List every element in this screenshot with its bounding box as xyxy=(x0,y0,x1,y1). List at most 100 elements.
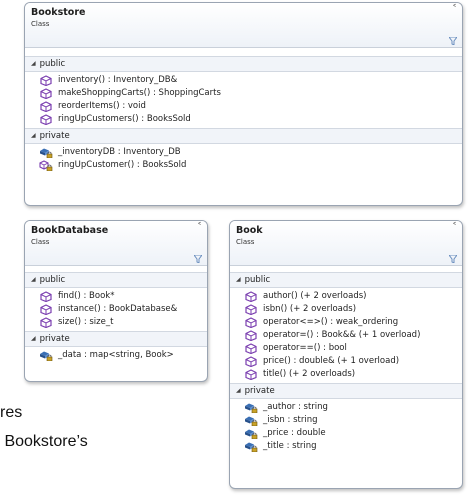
triangle-down-icon[interactable]: ◢ xyxy=(236,276,241,283)
member-text: operator=() : Book&& (+ 1 overload) xyxy=(263,330,421,340)
section-public[interactable]: ◢ public xyxy=(230,272,462,288)
member-text: operator<=>() : weak_ordering xyxy=(263,317,399,327)
class-header: Book Class ˂ xyxy=(230,221,462,266)
section-label: private xyxy=(39,334,70,344)
background-text-fragment-2: Bookstore’s xyxy=(0,433,88,451)
private-field-lock-icon xyxy=(40,351,53,361)
method-cube-icon xyxy=(40,291,52,302)
member-row[interactable]: isbn() (+ 2 overloads) xyxy=(230,303,462,316)
class-header: BookDatabase Class ˂ xyxy=(25,221,207,266)
section-public[interactable]: ◢ public xyxy=(25,272,207,288)
member-row[interactable]: _inventoryDB : Inventory_DB xyxy=(25,146,462,159)
member-text: _inventoryDB : Inventory_DB xyxy=(58,147,181,157)
member-text: inventory() : Inventory_DB& xyxy=(58,75,178,85)
member-row[interactable]: find() : Book* xyxy=(25,290,207,303)
private-field-lock-icon xyxy=(245,416,258,426)
member-text: _price : double xyxy=(263,428,326,438)
section-label: public xyxy=(39,275,66,285)
method-cube-icon xyxy=(245,369,257,380)
member-row[interactable]: _author : string xyxy=(230,401,462,414)
member-text: isbn() (+ 2 overloads) xyxy=(263,304,357,314)
member-text: makeShoppingCarts() : ShoppingCarts xyxy=(58,88,221,98)
private-field-lock-icon xyxy=(245,442,258,452)
member-row[interactable]: _price : double xyxy=(230,427,462,440)
private-method-lock-icon xyxy=(39,160,53,171)
method-cube-icon xyxy=(40,304,52,315)
member-row[interactable]: inventory() : Inventory_DB& xyxy=(25,74,462,87)
private-field-lock-icon xyxy=(40,148,53,158)
member-row[interactable]: author() (+ 2 overloads) xyxy=(230,290,462,303)
member-text: _data : map<string, Book> xyxy=(58,350,174,360)
class-stereotype: Class xyxy=(31,20,50,28)
member-row[interactable]: _data : map<string, Book> xyxy=(25,349,207,362)
funnel-icon[interactable] xyxy=(449,255,457,263)
member-text: ringUpCustomer() : BooksSold xyxy=(58,160,187,170)
member-row[interactable]: size() : size_t xyxy=(25,316,207,329)
method-cube-icon xyxy=(40,101,52,112)
section-label: private xyxy=(244,386,275,396)
member-text: reorderItems() : void xyxy=(58,101,146,111)
member-row[interactable]: operator=() : Book&& (+ 1 overload) xyxy=(230,329,462,342)
triangle-down-icon[interactable]: ◢ xyxy=(31,276,36,283)
member-row[interactable]: operator<=>() : weak_ordering xyxy=(230,316,462,329)
method-cube-icon xyxy=(245,291,257,302)
double-chevron-up-icon[interactable]: ˂ xyxy=(197,223,202,233)
member-row[interactable]: ringUpCustomer() : BooksSold xyxy=(25,159,462,172)
member-row[interactable]: _title : string xyxy=(230,440,462,453)
triangle-down-icon[interactable]: ◢ xyxy=(236,387,241,394)
class-stereotype: Class xyxy=(236,238,255,246)
member-row[interactable]: price() : double& (+ 1 overload) xyxy=(230,355,462,368)
member-row[interactable]: operator==() : bool xyxy=(230,342,462,355)
member-list: inventory() : Inventory_DB& makeShopping… xyxy=(25,72,462,128)
member-text: price() : double& (+ 1 overload) xyxy=(263,356,400,366)
class-header: Bookstore Class ˂ xyxy=(25,3,462,48)
section-public[interactable]: ◢ public xyxy=(25,56,462,72)
member-text: author() (+ 2 overloads) xyxy=(263,291,367,301)
member-text: find() : Book* xyxy=(58,291,115,301)
member-row[interactable]: _isbn : string xyxy=(230,414,462,427)
background-text-fragment-2-label: Bookstore’s xyxy=(4,433,88,450)
method-cube-icon xyxy=(245,343,257,354)
member-list: find() : Book* instance() : BookDatabase… xyxy=(25,288,207,331)
class-book[interactable]: Book Class ˂ ◢ public author() (+ 2 overl… xyxy=(229,220,463,489)
triangle-down-icon[interactable]: ◢ xyxy=(31,335,36,342)
member-text: _author : string xyxy=(263,402,328,412)
funnel-icon[interactable] xyxy=(449,37,457,45)
member-text: title() (+ 2 overloads) xyxy=(263,369,356,379)
triangle-down-icon[interactable]: ◢ xyxy=(31,60,36,67)
section-private[interactable]: ◢ private xyxy=(25,128,462,144)
method-cube-icon xyxy=(40,88,52,99)
double-chevron-up-icon[interactable]: ˂ xyxy=(452,223,457,233)
class-name: Bookstore xyxy=(31,7,86,18)
member-list: _author : string _isbn : string _price :… xyxy=(230,399,462,453)
triangle-down-icon[interactable]: ◢ xyxy=(31,132,36,139)
member-row[interactable]: makeShoppingCarts() : ShoppingCarts xyxy=(25,87,462,100)
background-text-fragment-1: res xyxy=(0,404,23,421)
class-bookstore[interactable]: Bookstore Class ˂ ◢ public inventory() : … xyxy=(24,2,463,206)
method-cube-icon xyxy=(40,75,52,86)
section-label: private xyxy=(39,131,70,141)
member-text: _isbn : string xyxy=(263,415,318,425)
section-private[interactable]: ◢ private xyxy=(25,331,207,347)
double-chevron-up-icon[interactable]: ˂ xyxy=(452,5,457,15)
section-label: public xyxy=(244,275,271,285)
method-cube-icon xyxy=(40,114,52,125)
member-list: author() (+ 2 overloads) isbn() (+ 2 ove… xyxy=(230,288,462,383)
method-cube-icon xyxy=(245,304,257,315)
member-text: size() : size_t xyxy=(58,317,114,327)
section-private[interactable]: ◢ private xyxy=(230,383,462,399)
class-name: BookDatabase xyxy=(31,225,109,236)
member-row[interactable]: ringUpCustomers() : BooksSold xyxy=(25,113,462,126)
private-field-lock-icon xyxy=(245,403,258,413)
class-stereotype: Class xyxy=(31,238,50,246)
private-field-lock-icon xyxy=(245,429,258,439)
member-row[interactable]: title() (+ 2 overloads) xyxy=(230,368,462,381)
member-text: operator==() : bool xyxy=(263,343,347,353)
member-list: _data : map<string, Book> xyxy=(25,347,207,362)
class-name: Book xyxy=(236,225,263,236)
method-cube-icon xyxy=(245,317,257,328)
funnel-icon[interactable] xyxy=(194,255,202,263)
member-row[interactable]: instance() : BookDatabase& xyxy=(25,303,207,316)
class-bookdatabase[interactable]: BookDatabase Class ˂ ◢ public find() : Bo… xyxy=(24,220,208,382)
member-row[interactable]: reorderItems() : void xyxy=(25,100,462,113)
